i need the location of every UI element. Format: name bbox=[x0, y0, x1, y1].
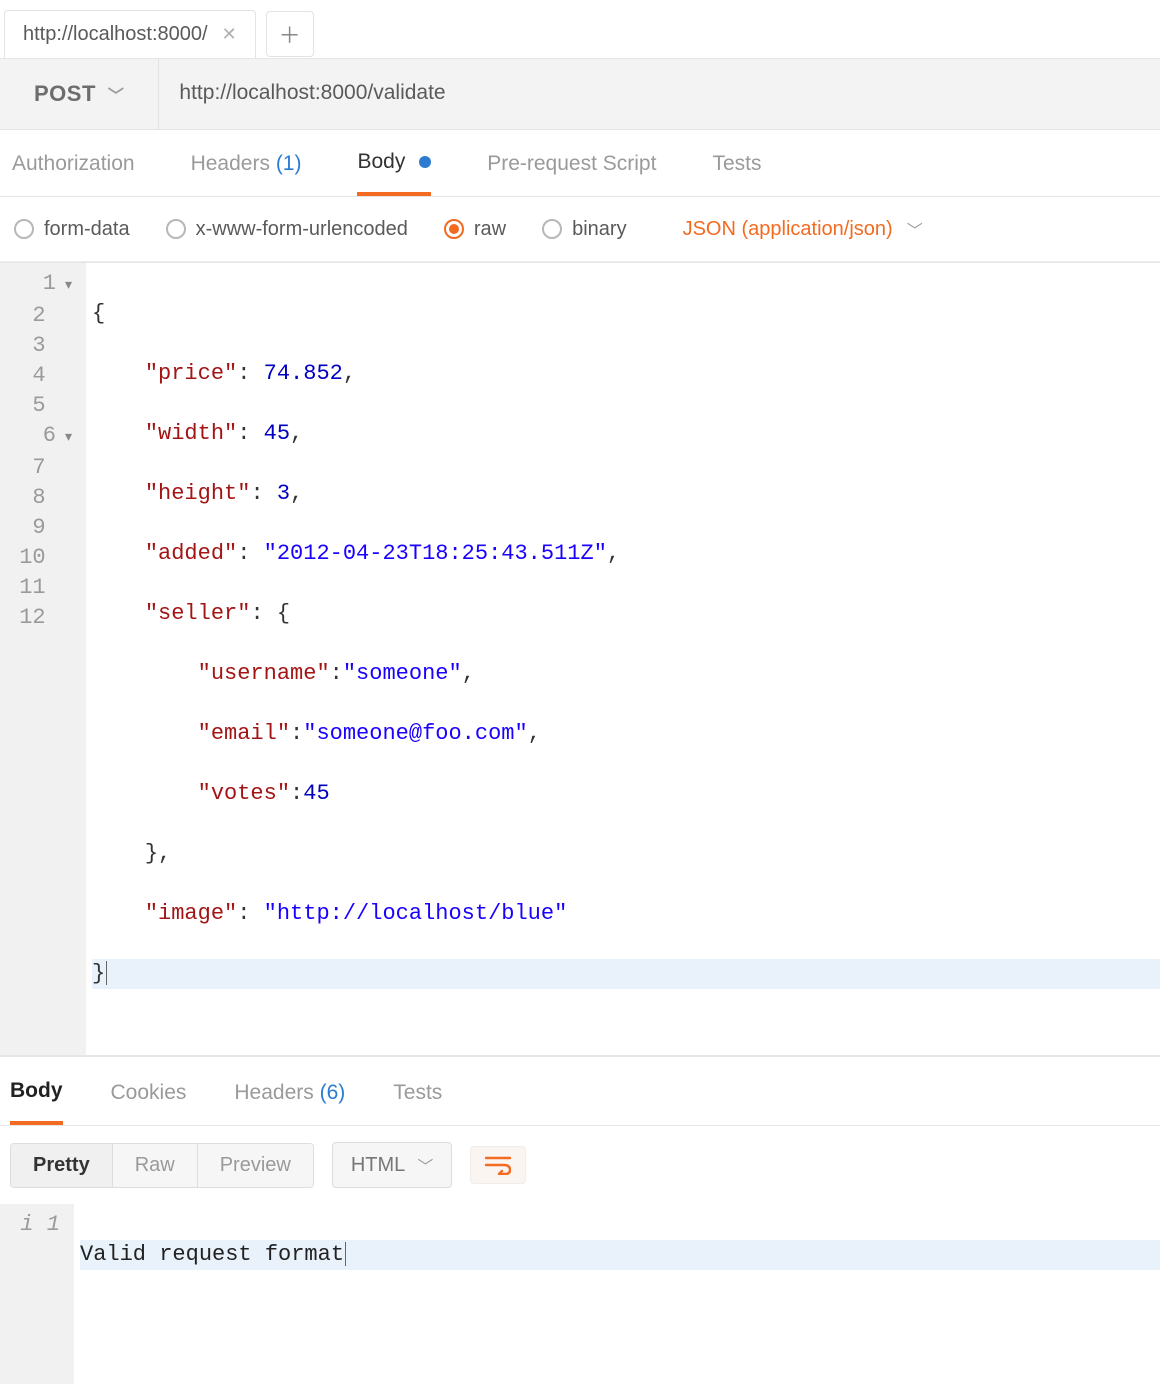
radio-icon bbox=[166, 219, 186, 239]
response-tab-body-label: Body bbox=[10, 1079, 63, 1102]
radio-icon bbox=[542, 219, 562, 239]
response-tab-headers-count: (6) bbox=[320, 1081, 346, 1104]
tab-prerequest-label: Pre-request Script bbox=[487, 152, 656, 175]
url-input[interactable]: http://localhost:8000/validate bbox=[159, 59, 1160, 129]
body-type-row: form-data x-www-form-urlencoded raw bina… bbox=[0, 197, 1160, 262]
add-tab-button[interactable]: ＋ bbox=[266, 11, 314, 57]
modified-dot-icon bbox=[419, 156, 431, 168]
response-tab-tests-label: Tests bbox=[393, 1081, 442, 1104]
view-preview-label: Preview bbox=[220, 1154, 291, 1176]
tab-headers-count: (1) bbox=[276, 152, 302, 175]
content-type-select[interactable]: JSON (application/json) ﹀ bbox=[683, 217, 923, 241]
window-tabs: http://localhost:8000/ ✕ ＋ bbox=[0, 0, 1160, 59]
wrap-icon bbox=[485, 1155, 511, 1175]
response-type-select[interactable]: HTML ﹀ bbox=[332, 1142, 452, 1188]
editor-code[interactable]: { "price": 74.852, "width": 45, "height"… bbox=[86, 263, 1160, 1055]
request-body-editor[interactable]: 1▾ 2 3 4 5 6▾ 7 8 9 10 11 12 { "price": … bbox=[0, 262, 1160, 1056]
response-body[interactable]: i 1 Valid request format bbox=[0, 1204, 1160, 1384]
view-raw-button[interactable]: Raw bbox=[113, 1144, 198, 1187]
chevron-down-icon: ﹀ bbox=[108, 82, 125, 106]
request-tab-label: http://localhost:8000/ bbox=[23, 23, 208, 46]
radio-raw-label: raw bbox=[474, 218, 506, 241]
response-toolbar: Pretty Raw Preview HTML ﹀ bbox=[0, 1126, 1160, 1204]
close-icon[interactable]: ✕ bbox=[222, 24, 237, 45]
response-code[interactable]: Valid request format bbox=[74, 1204, 1160, 1384]
editor-gutter: 1▾ 2 3 4 5 6▾ 7 8 9 10 11 12 bbox=[0, 263, 86, 1055]
tab-prerequest[interactable]: Pre-request Script bbox=[487, 152, 656, 194]
wrap-lines-button[interactable] bbox=[470, 1146, 526, 1184]
tab-authorization-label: Authorization bbox=[12, 152, 135, 175]
radio-binary-label: binary bbox=[572, 218, 626, 241]
response-gutter: i 1 bbox=[0, 1204, 74, 1384]
radio-form-data[interactable]: form-data bbox=[14, 218, 130, 241]
radio-urlencoded[interactable]: x-www-form-urlencoded bbox=[166, 218, 408, 241]
tab-headers[interactable]: Headers (1) bbox=[191, 152, 302, 194]
response-tab-headers-label: Headers bbox=[234, 1081, 313, 1104]
tab-body-label: Body bbox=[357, 150, 405, 173]
http-method-select[interactable]: POST ﹀ bbox=[0, 59, 159, 129]
tab-authorization[interactable]: Authorization bbox=[12, 152, 135, 194]
tab-tests[interactable]: Tests bbox=[712, 152, 761, 194]
radio-urlencoded-label: x-www-form-urlencoded bbox=[196, 218, 408, 241]
radio-raw[interactable]: raw bbox=[444, 218, 506, 241]
radio-form-data-label: form-data bbox=[44, 218, 130, 241]
view-pretty-button[interactable]: Pretty bbox=[11, 1144, 113, 1187]
response-tab-tests[interactable]: Tests bbox=[393, 1081, 442, 1123]
fold-toggle-icon[interactable]: ▾ bbox=[60, 423, 72, 453]
response-tab-body[interactable]: Body bbox=[10, 1079, 63, 1125]
request-tab[interactable]: http://localhost:8000/ ✕ bbox=[4, 10, 256, 58]
request-section-tabs: Authorization Headers (1) Body Pre-reque… bbox=[0, 130, 1160, 197]
view-raw-label: Raw bbox=[135, 1154, 175, 1176]
request-row: POST ﹀ http://localhost:8000/validate bbox=[0, 59, 1160, 130]
fold-toggle-icon[interactable]: ▾ bbox=[60, 271, 72, 301]
response-type-label: HTML bbox=[351, 1154, 405, 1177]
radio-binary[interactable]: binary bbox=[542, 218, 626, 241]
chevron-down-icon: ﹀ bbox=[907, 217, 923, 241]
url-value: http://localhost:8000/validate bbox=[179, 81, 445, 104]
view-preview-button[interactable]: Preview bbox=[198, 1144, 313, 1187]
content-type-label: JSON (application/json) bbox=[683, 218, 893, 241]
radio-icon bbox=[14, 219, 34, 239]
tab-tests-label: Tests bbox=[712, 152, 761, 175]
tab-headers-label: Headers bbox=[191, 152, 270, 175]
response-tab-headers[interactable]: Headers (6) bbox=[234, 1081, 345, 1123]
response-tab-cookies[interactable]: Cookies bbox=[111, 1081, 187, 1123]
tab-body[interactable]: Body bbox=[357, 150, 431, 196]
response-section-tabs: Body Cookies Headers (6) Tests bbox=[0, 1056, 1160, 1126]
response-view-mode: Pretty Raw Preview bbox=[10, 1143, 314, 1188]
http-method-label: POST bbox=[34, 81, 96, 107]
radio-icon bbox=[444, 219, 464, 239]
view-pretty-label: Pretty bbox=[33, 1154, 90, 1176]
chevron-down-icon: ﹀ bbox=[417, 1153, 433, 1177]
response-tab-cookies-label: Cookies bbox=[111, 1081, 187, 1104]
response-text: Valid request format bbox=[80, 1242, 344, 1267]
